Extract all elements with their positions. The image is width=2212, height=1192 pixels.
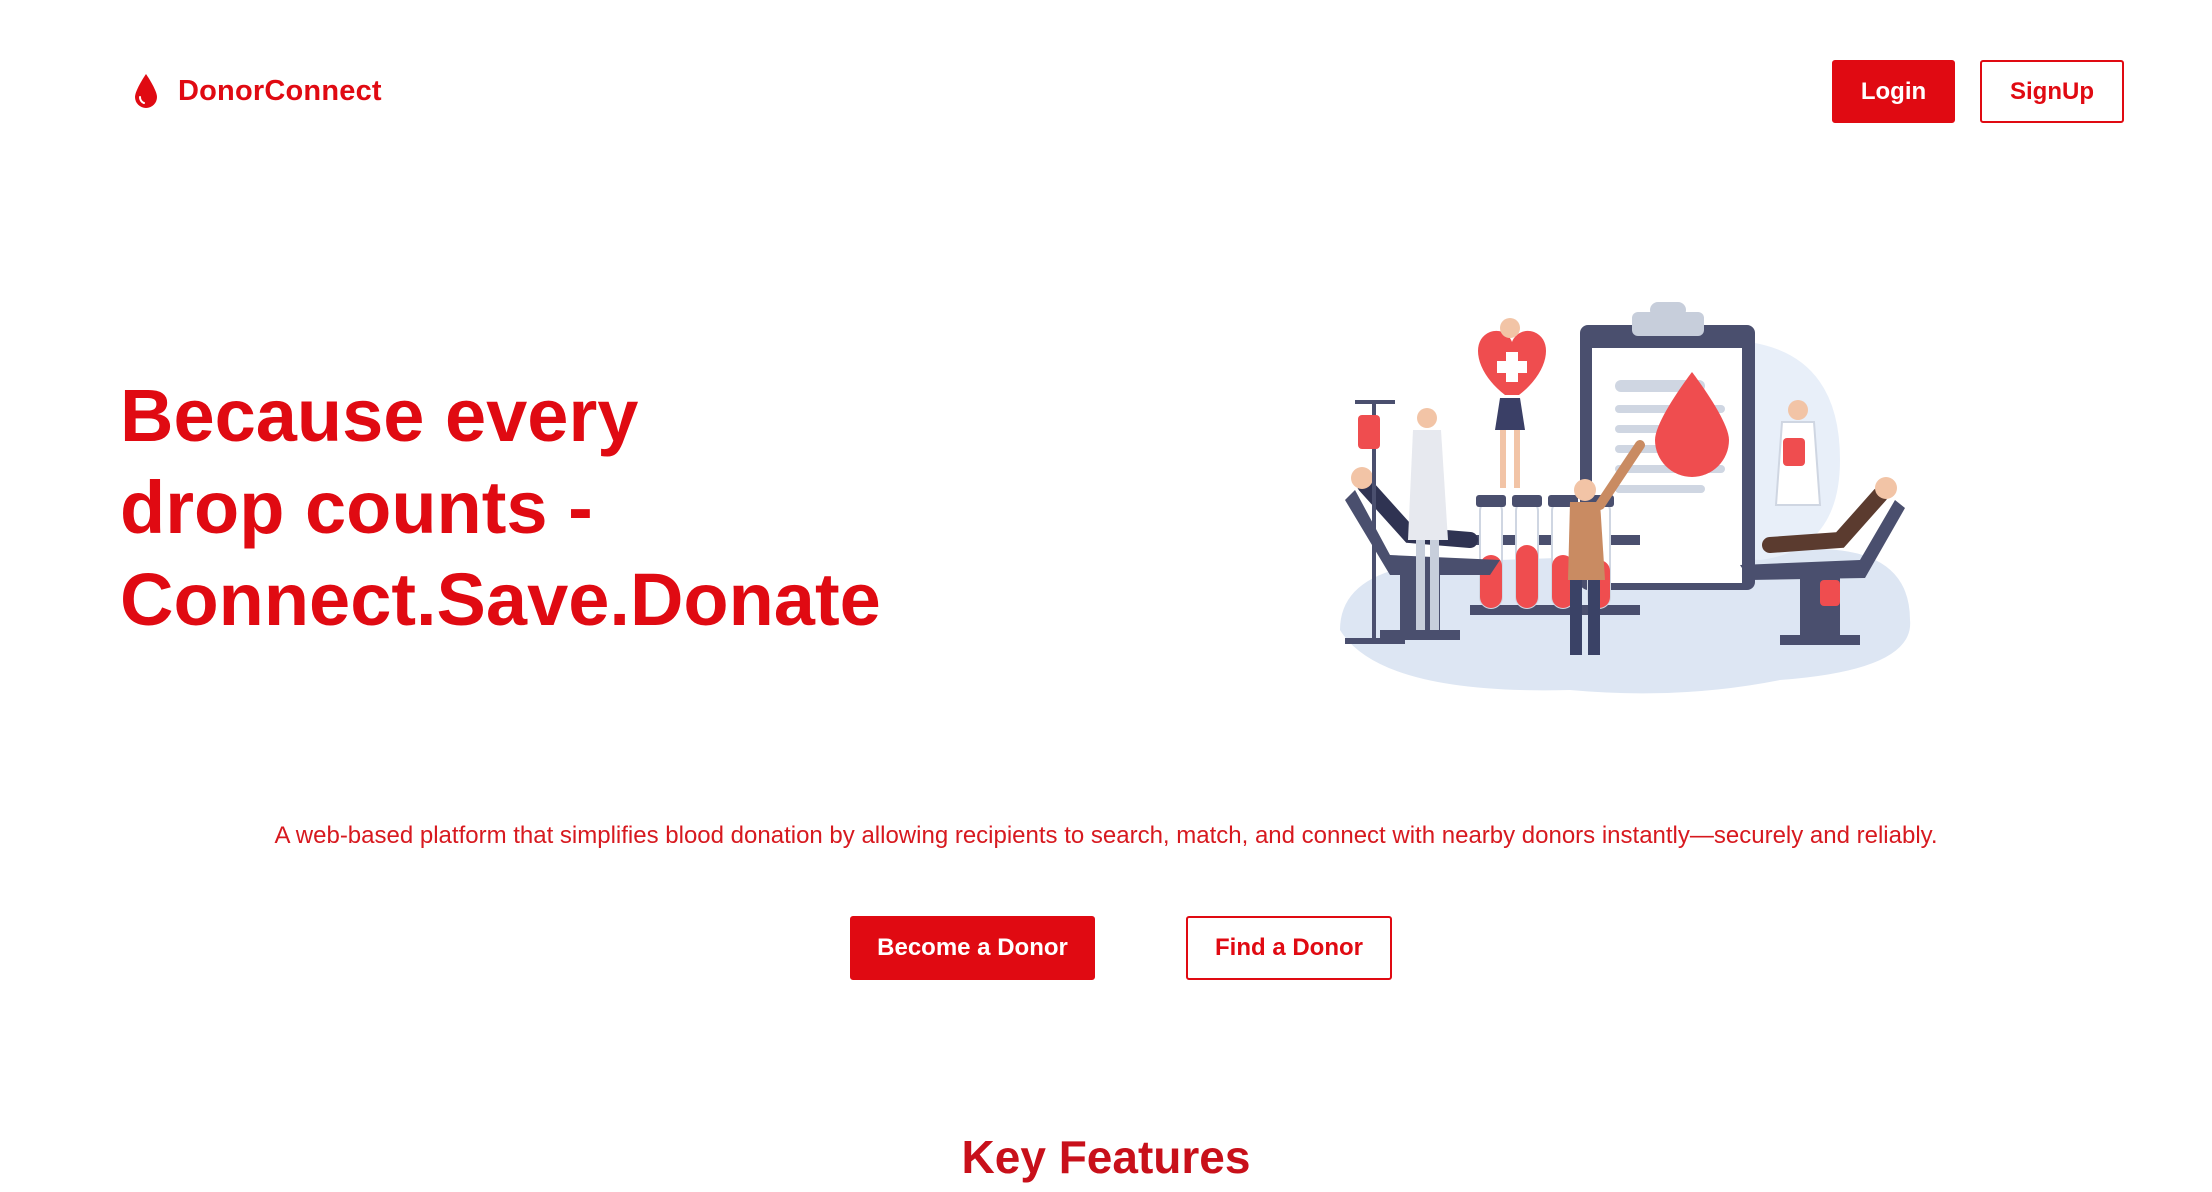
hero-title: Because every drop counts - Connect.Save… (120, 370, 940, 646)
landing-page: DonorConnect Login SignUp Because every … (0, 0, 2212, 1192)
blood-drop-icon (135, 74, 157, 108)
key-features-heading: Key Features (961, 1131, 1251, 1183)
hero-title-line-2: drop counts - (120, 466, 593, 549)
heart-icon (1478, 330, 1546, 395)
blood-donation-illustration (1340, 302, 1911, 694)
brand-logo[interactable]: DonorConnect (132, 70, 382, 112)
hero-tagline: A web-based platform that simplifies blo… (274, 822, 1938, 849)
signup-button[interactable]: SignUp (1980, 60, 2124, 123)
brand-name: DonorConnect (178, 74, 382, 107)
hero-title-line-1: Because every (120, 374, 639, 457)
login-button[interactable]: Login (1832, 60, 1955, 123)
become-donor-button[interactable]: Become a Donor (850, 916, 1095, 980)
find-donor-button[interactable]: Find a Donor (1186, 916, 1392, 980)
hero-title-line-3: Connect.Save.Donate (120, 558, 881, 641)
